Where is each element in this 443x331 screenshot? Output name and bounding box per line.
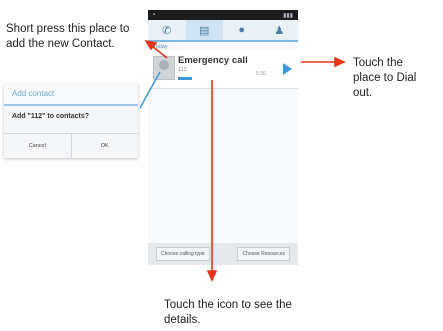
- arrowhead-dial: [334, 56, 346, 68]
- pointer-to-dialog: [139, 71, 161, 109]
- arrow-add-contact: [151, 45, 168, 59]
- annotation-arrows: [139, 39, 346, 282]
- arrowhead-details: [206, 270, 218, 282]
